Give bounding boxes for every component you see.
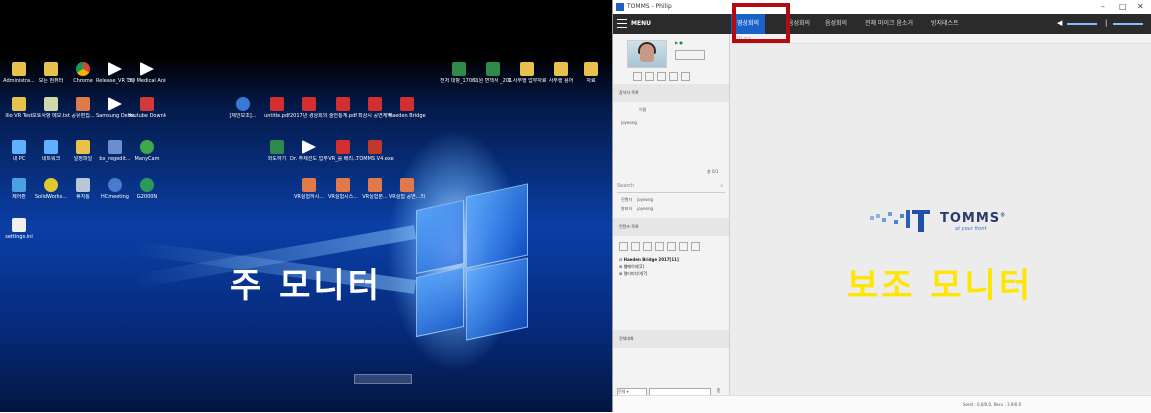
menu-button[interactable]: MENU: [617, 14, 651, 34]
status-bar: Send : 0.0/0.0, Recv : 3.9/0.0: [613, 395, 1151, 413]
secondary-monitor-area: 1/1 보기 TOMMS® at your front: [730, 34, 1151, 395]
role-presenter-label: 진행자 joyeong: [621, 197, 654, 202]
manycam-icon[interactable]: ManyCam: [128, 140, 166, 162]
tree-item-webpage[interactable]: ⊞ 웹페이지[2]: [619, 263, 679, 270]
windows-logo-pane-tr: [466, 183, 528, 269]
camera-icon[interactable]: ▶ ●: [675, 40, 683, 45]
settings-file-icon[interactable]: settings.ini: [0, 218, 38, 240]
desktop-icon[interactable]: VR실험하시...: [290, 178, 328, 200]
tomms-logo-text: TOMMS®: [940, 211, 1007, 226]
tab-test[interactable]: 방지테스트: [931, 14, 959, 34]
hamburger-icon: [617, 19, 627, 28]
tomms-app-window: TOMMS - Philip – □ ✕ MENU 영상회의 음성회의 음성회의…: [612, 0, 1151, 413]
contents-toolbar: [619, 242, 703, 252]
menu-bar: MENU 영상회의 음성회의 음성회의 전체 마이크 음소거 방지테스트 ◀ |: [613, 14, 1151, 34]
primary-monitor-desktop: Administra... 모든 컴퓨터 Chrome Release_VR T…: [0, 0, 612, 412]
desktop-icon[interactable]: VR실험 공연...리: [388, 178, 426, 200]
tab-audio-conference[interactable]: 음성회의: [788, 14, 810, 34]
tomms-tagline: at your front: [955, 226, 987, 232]
pdf-icon[interactable]: Haeden Bridge: [388, 97, 426, 119]
contents-tree: ⊟ Haeden Bridge 2017[11] ⊞ 웹페이지[2] ⊞ 멀티미…: [619, 256, 679, 277]
desktop-icon[interactable]: 자료: [572, 62, 610, 84]
taskbar-search-box[interactable]: [354, 374, 412, 384]
tab-mute-all[interactable]: 전체 마이크 음소거: [865, 14, 913, 34]
video-toggle-button[interactable]: [675, 50, 705, 60]
microphone-icon[interactable]: |: [1105, 19, 1107, 27]
desktop-icon[interactable]: 전처 대항_1706...: [440, 62, 478, 84]
webcam-preview: [627, 40, 667, 68]
tab-voice-conference[interactable]: 음성회의: [825, 14, 847, 34]
video-tab-highlight: [732, 3, 790, 43]
participant-count: 총 0/1: [707, 169, 719, 174]
chat-header: 전체대화: [613, 330, 729, 348]
tomms-logo: TOMMS® at your front: [870, 206, 1020, 236]
toolbar-row: [633, 72, 693, 82]
tomms-exe-icon[interactable]: TOMMS V4.exe: [356, 140, 394, 162]
window-title: TOMMS - Philip: [627, 3, 672, 10]
desktop-icon[interactable]: Dr. 주제선도 업무표현...: [290, 140, 328, 162]
speaker-volume-slider[interactable]: [1067, 23, 1097, 25]
search-input[interactable]: Search ⌕: [617, 180, 725, 193]
close-button[interactable]: ✕: [1137, 0, 1144, 14]
desktop-icon[interactable]: [제안보조]...: [224, 97, 262, 119]
desktop-icon[interactable]: 의원 면책서 _20170425...: [474, 62, 512, 84]
desktop-icon[interactable]: 3D Medical Animation...: [128, 62, 166, 84]
participants-name-column: 이름: [639, 107, 647, 112]
tree-item-haeden-bridge[interactable]: ⊟ Haeden Bridge 2017[11]: [619, 256, 679, 263]
role-speaker-label: 발표자 joyeong: [621, 206, 654, 211]
search-icon[interactable]: ⌕: [720, 180, 723, 192]
tomms-logo-icon: [870, 210, 930, 232]
minimize-button[interactable]: –: [1101, 0, 1105, 14]
secondary-monitor-caption: 보조 모니터: [846, 266, 1034, 306]
participant-row[interactable]: joyeong: [621, 120, 637, 125]
send-icon[interactable]: ⎘: [717, 388, 720, 393]
desktop-icon[interactable]: 1.사무행 업무자료: [508, 62, 546, 84]
pdf-icon[interactable]: 2017년 경상회의...: [290, 97, 328, 119]
speaker-icon[interactable]: ◀: [1057, 19, 1062, 27]
desktop-icon[interactable]: G2000N: [128, 178, 166, 200]
maximize-button[interactable]: □: [1119, 0, 1127, 14]
tree-item-multimedia[interactable]: ⊞ 멀티미디어[?]: [619, 270, 679, 277]
participants-header: 참석자 목록: [613, 84, 729, 102]
mic-volume-slider[interactable]: [1113, 23, 1143, 25]
desktop-icon[interactable]: Youtube Download...: [128, 97, 166, 119]
network-status: Send : 0.0/0.0, Recv : 3.9/0.0: [963, 402, 1022, 407]
primary-monitor-caption: 주 모니터: [230, 266, 382, 306]
app-logo-icon: [616, 3, 624, 11]
contents-header: 컨텐츠 목록: [613, 218, 729, 236]
title-bar: TOMMS - Philip – □ ✕: [613, 0, 1151, 14]
side-panel: ▶ ● 참석자 목록 이름 joyeong 총 0/1 Search ⌕ 진행자 …: [613, 34, 730, 412]
page-strip: 1/1 보기: [730, 34, 1151, 44]
